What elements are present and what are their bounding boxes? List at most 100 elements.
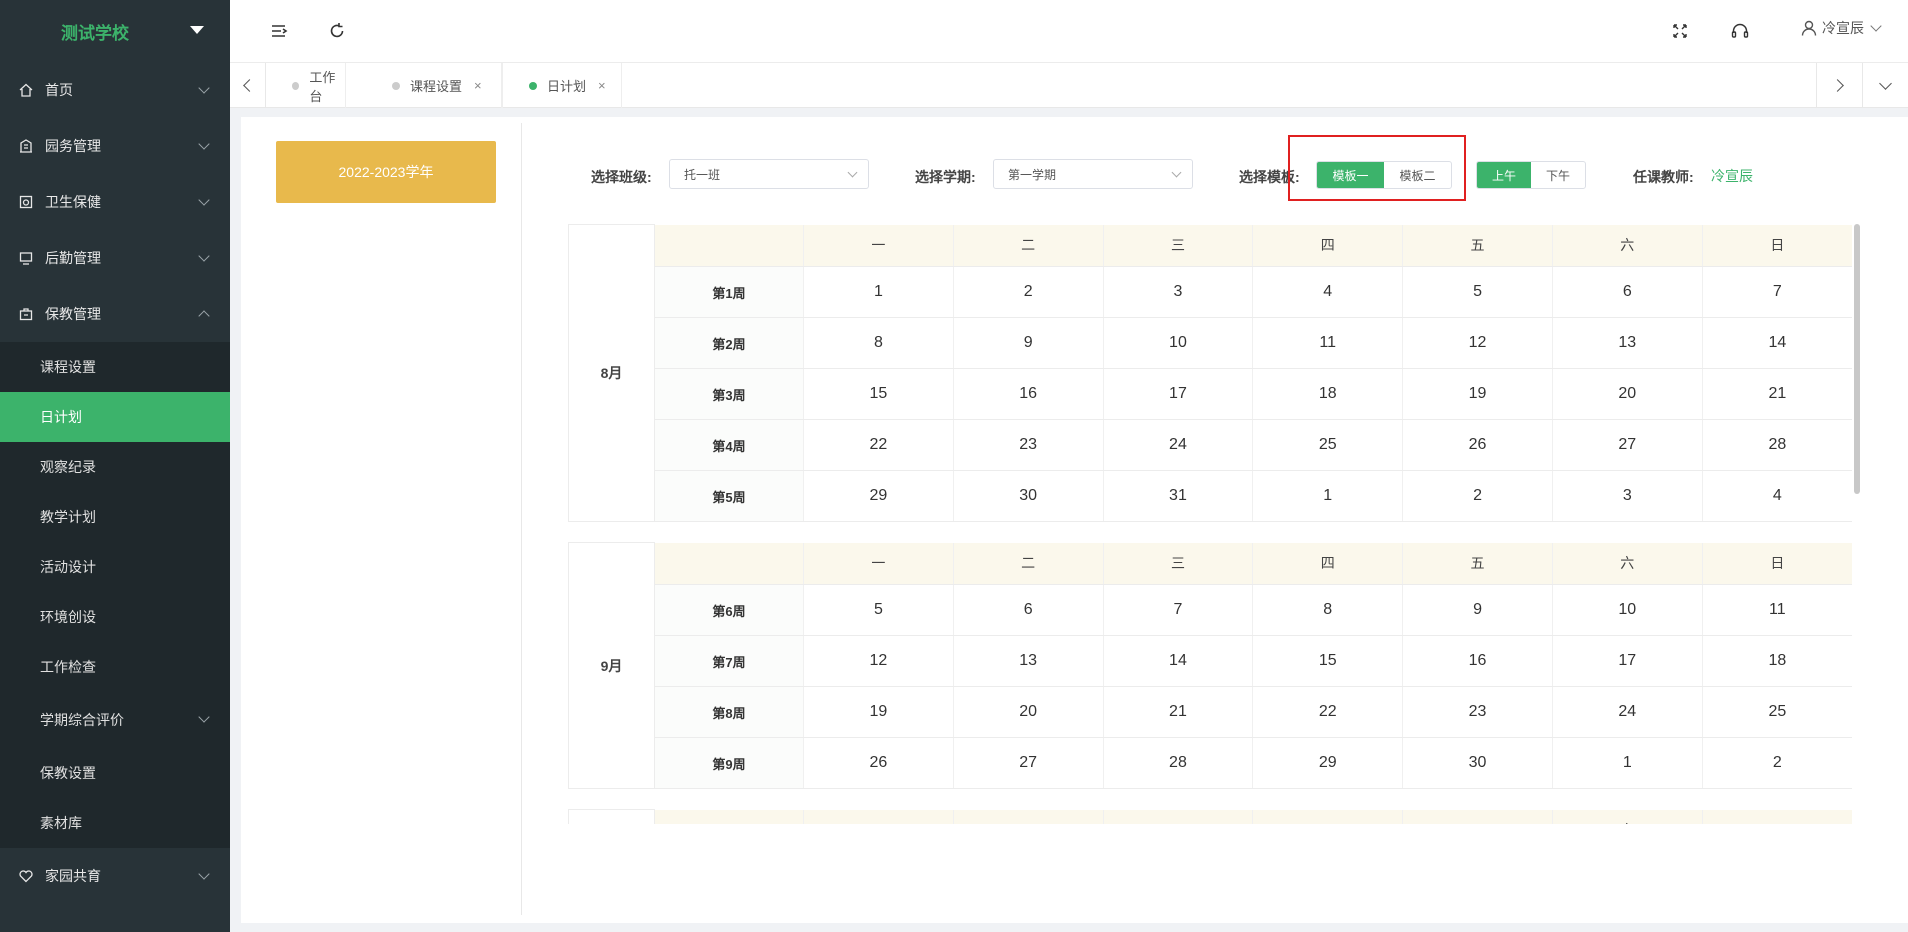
day-cell[interactable]: 27 <box>952 737 1104 789</box>
day-cell[interactable]: 19 <box>1402 368 1553 420</box>
day-cell[interactable]: 4 <box>1252 266 1403 318</box>
period-option-afternoon[interactable]: 下午 <box>1531 162 1585 188</box>
day-cell[interactable]: 11 <box>1252 317 1403 369</box>
day-cell[interactable]: 1 <box>803 266 954 318</box>
day-cell[interactable]: 20 <box>1551 368 1703 420</box>
tabs-scroll-right[interactable] <box>1816 63 1862 108</box>
class-select[interactable]: 托一班 <box>669 159 869 189</box>
day-cell[interactable]: 16 <box>1402 635 1553 687</box>
day-cell[interactable]: 24 <box>1551 686 1703 738</box>
day-cell[interactable]: 15 <box>1252 635 1403 687</box>
submenu-item-activity-design[interactable]: 活动设计 <box>0 542 230 592</box>
day-cell[interactable]: 6 <box>952 584 1104 636</box>
day-cell[interactable]: 28 <box>1102 737 1253 789</box>
day-cell[interactable]: 25 <box>1252 419 1403 471</box>
close-icon[interactable]: × <box>598 78 606 93</box>
period-option-morning[interactable]: 上午 <box>1477 162 1531 188</box>
submenu-item-term-evaluation[interactable]: 学期综合评价 <box>0 692 230 748</box>
day-cell[interactable]: 5 <box>803 584 954 636</box>
day-cell[interactable]: 2 <box>1402 470 1553 522</box>
day-cell[interactable]: 28 <box>1701 419 1852 471</box>
day-cell[interactable]: 7 <box>1701 266 1852 318</box>
day-cell[interactable]: 8 <box>803 317 954 369</box>
day-cell[interactable]: 13 <box>1551 317 1703 369</box>
day-cell[interactable]: 22 <box>803 419 954 471</box>
day-cell[interactable]: 12 <box>803 635 954 687</box>
close-icon[interactable]: × <box>474 78 482 93</box>
headset-icon[interactable] <box>1729 20 1751 42</box>
day-cell[interactable]: 29 <box>1252 737 1403 789</box>
day-cell[interactable]: 14 <box>1102 635 1253 687</box>
day-cell[interactable]: 12 <box>1402 317 1553 369</box>
day-cell[interactable]: 5 <box>1402 266 1553 318</box>
day-cell[interactable]: 13 <box>952 635 1104 687</box>
day-cell[interactable]: 26 <box>803 737 954 789</box>
day-cell[interactable]: 19 <box>803 686 954 738</box>
tabs-scroll-left[interactable] <box>230 63 266 108</box>
day-cell[interactable]: 14 <box>1701 317 1852 369</box>
day-cell[interactable]: 10 <box>1551 584 1703 636</box>
tab-daily-plan[interactable]: 日计划 × <box>502 63 622 108</box>
menu-item-logistics[interactable]: 后勤管理 <box>0 230 230 286</box>
submenu-item-teaching-plan[interactable]: 教学计划 <box>0 492 230 542</box>
day-cell[interactable]: 25 <box>1701 686 1852 738</box>
day-cell[interactable]: 26 <box>1402 419 1553 471</box>
refresh-icon[interactable] <box>326 20 348 42</box>
submenu-item-education-settings[interactable]: 保教设置 <box>0 748 230 798</box>
tabs-dropdown[interactable] <box>1862 63 1908 108</box>
day-cell[interactable]: 4 <box>1701 470 1852 522</box>
day-cell[interactable]: 23 <box>952 419 1104 471</box>
menu-item-health[interactable]: 卫生保健 <box>0 174 230 230</box>
day-cell[interactable]: 17 <box>1102 368 1253 420</box>
day-cell[interactable]: 6 <box>1551 266 1703 318</box>
submenu-item-materials[interactable]: 素材库 <box>0 798 230 848</box>
school-switcher[interactable]: 测试学校 <box>0 0 230 62</box>
caret-down-icon[interactable] <box>190 26 204 34</box>
day-cell[interactable]: 23 <box>1402 686 1553 738</box>
day-cell[interactable]: 20 <box>952 686 1104 738</box>
school-year-button[interactable]: 2022-2023学年 <box>276 141 496 203</box>
day-cell[interactable]: 7 <box>1102 584 1253 636</box>
day-cell[interactable]: 17 <box>1551 635 1703 687</box>
submenu-item-observation[interactable]: 观察纪录 <box>0 442 230 492</box>
day-cell[interactable]: 9 <box>952 317 1104 369</box>
day-cell[interactable]: 3 <box>1102 266 1253 318</box>
tab-course-settings[interactable]: 课程设置 × <box>366 63 502 108</box>
day-cell[interactable]: 1 <box>1252 470 1403 522</box>
tab-workbench[interactable]: 工作台 <box>266 63 346 108</box>
day-cell[interactable]: 8 <box>1252 584 1403 636</box>
menu-item-home[interactable]: 首页 <box>0 62 230 118</box>
submenu-item-course-settings[interactable]: 课程设置 <box>0 342 230 392</box>
day-cell[interactable]: 22 <box>1252 686 1403 738</box>
day-cell[interactable]: 21 <box>1701 368 1852 420</box>
day-cell[interactable]: 30 <box>1402 737 1553 789</box>
day-cell[interactable]: 24 <box>1102 419 1253 471</box>
day-cell[interactable]: 2 <box>952 266 1104 318</box>
day-cell[interactable]: 18 <box>1252 368 1403 420</box>
scrollbar[interactable] <box>1854 224 1860 494</box>
menu-item-education[interactable]: 保教管理 <box>0 286 230 342</box>
term-select[interactable]: 第一学期 <box>993 159 1193 189</box>
menu-item-campus[interactable]: 园务管理 <box>0 118 230 174</box>
day-cell[interactable]: 31 <box>1102 470 1253 522</box>
menu-fold-icon[interactable] <box>268 20 290 42</box>
submenu-item-daily-plan[interactable]: 日计划 <box>0 392 230 442</box>
fullscreen-icon[interactable] <box>1669 20 1691 42</box>
day-cell[interactable]: 15 <box>803 368 954 420</box>
day-cell[interactable]: 2 <box>1701 737 1852 789</box>
day-cell[interactable]: 9 <box>1402 584 1553 636</box>
day-cell[interactable]: 21 <box>1102 686 1253 738</box>
menu-item-home-school[interactable]: 家园共育 <box>0 848 230 904</box>
day-cell[interactable]: 27 <box>1551 419 1703 471</box>
day-cell[interactable]: 3 <box>1551 470 1703 522</box>
submenu-item-environment[interactable]: 环境创设 <box>0 592 230 642</box>
day-cell[interactable]: 18 <box>1701 635 1852 687</box>
user-menu[interactable]: 冷宣辰 <box>1800 18 1882 38</box>
day-cell[interactable]: 29 <box>803 470 954 522</box>
day-cell[interactable]: 30 <box>952 470 1104 522</box>
submenu-item-work-check[interactable]: 工作检查 <box>0 642 230 692</box>
day-cell[interactable]: 1 <box>1551 737 1703 789</box>
day-cell[interactable]: 16 <box>952 368 1104 420</box>
day-cell[interactable]: 11 <box>1701 584 1852 636</box>
day-cell[interactable]: 10 <box>1102 317 1253 369</box>
